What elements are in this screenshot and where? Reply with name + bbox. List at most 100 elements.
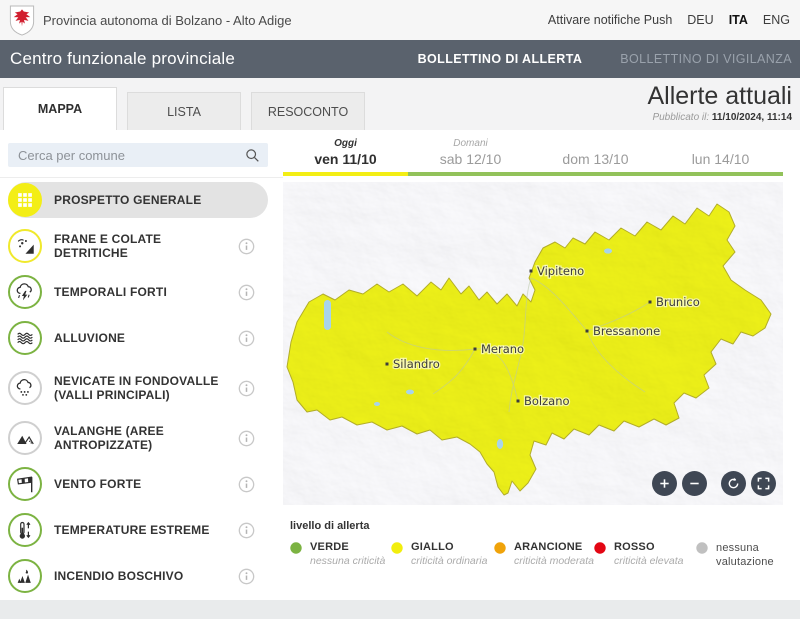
legend-label: GIALLO (411, 541, 487, 553)
sidebar-item-temperature[interactable]: TEMPERATURE ESTREME (8, 512, 268, 548)
page-title: Allerte attuali (647, 83, 792, 110)
tab-mappa[interactable]: MAPPA (3, 87, 117, 130)
date-tab-date: dom 13/10 (533, 151, 658, 167)
app-navbar: Centro funzionale provinciale BOLLETTINO… (0, 40, 800, 78)
hazard-sidebar: PROSPETTO GENERALE FRANE E COLATE DETRIT… (0, 130, 283, 600)
legend-item-giallo: GIALLO criticità ordinaria (391, 541, 494, 569)
info-icon[interactable] (238, 380, 255, 397)
language-ita[interactable]: ITA (729, 13, 748, 27)
nav-bollettino-allerta[interactable]: BOLLETTINO DI ALLERTA (418, 52, 583, 66)
search-icon[interactable] (245, 148, 260, 163)
city-vipiteno: Vipiteno (530, 264, 585, 278)
published-value: 11/10/2024, 11:14 (712, 112, 792, 123)
legend-label: nessuna valutazione (716, 541, 778, 569)
info-icon[interactable] (238, 330, 255, 347)
hazard-menu: PROSPETTO GENERALE FRANE E COLATE DETRIT… (8, 182, 268, 604)
city-label: Brunico (656, 295, 700, 309)
rosso-dot-icon (594, 542, 606, 554)
sidebar-item-temporali[interactable]: TEMPORALI FORTI (8, 274, 268, 310)
page: Provincia autonoma di Bolzano - Alto Adi… (0, 0, 800, 619)
title-block: Allerte attuali Pubblicato il: 11/10/202… (647, 83, 792, 123)
sidebar-item-incendio[interactable]: INCENDIO BOSCHIVO (8, 558, 268, 594)
city-dot (474, 348, 477, 351)
avalanche-icon (8, 421, 42, 455)
city-bolzano: Bolzano (517, 394, 570, 408)
date-tab-date: ven 11/10 (283, 151, 408, 167)
date-tab-day (533, 138, 658, 151)
sidebar-item-alluvione[interactable]: ALLUVIONE (8, 320, 268, 356)
sidebar-item-valanghe[interactable]: VALANGHE (AREE ANTROPIZZATE) (8, 420, 268, 456)
info-icon[interactable] (238, 430, 255, 447)
legend-title: livello di allerta (290, 520, 795, 532)
forest-fire-icon (8, 559, 42, 593)
meta-actions: Attivare notifiche Push DEU ITA ENG (548, 13, 800, 27)
alert-map[interactable]: Vipiteno Brunico Bressanone Merano (283, 182, 783, 505)
city-dot (517, 400, 520, 403)
info-icon[interactable] (238, 238, 255, 255)
search-input[interactable] (8, 148, 245, 163)
tab-resoconto[interactable]: RESOCONTO (251, 92, 365, 130)
nav-bollettino-vigilanza[interactable]: BOLLETTINO DI VIGILANZA (620, 52, 792, 66)
sidebar-item-frane[interactable]: FRANE E COLATE DETRITICHE (8, 228, 268, 264)
published-line: Pubblicato il: 11/10/2024, 11:14 (647, 112, 792, 123)
tab-lista[interactable]: LISTA (127, 92, 241, 130)
date-tab-ven[interactable]: Oggi ven 11/10 (283, 138, 408, 176)
sidebar-item-label: INCENDIO BOSCHIVO (54, 569, 183, 583)
view-tabs: MAPPA LISTA RESOCONTO (3, 87, 365, 130)
fullscreen-button[interactable] (751, 471, 776, 496)
zoom-in-button[interactable] (652, 471, 677, 496)
published-label: Pubblicato il: (652, 112, 709, 123)
giallo-dot-icon (391, 542, 403, 554)
sidebar-item-label: ALLUVIONE (54, 331, 125, 345)
info-icon[interactable] (238, 476, 255, 493)
province-crest-icon (9, 5, 35, 36)
legend-items: VERDE nessuna criticità GIALLO criticità… (290, 541, 795, 569)
legend-item-rosso: ROSSO criticità elevata (594, 541, 696, 569)
info-icon[interactable] (238, 522, 255, 539)
city-dot (586, 330, 589, 333)
date-tab-dom[interactable]: dom 13/10 (533, 138, 658, 176)
language-deu[interactable]: DEU (687, 13, 713, 27)
flood-icon (8, 321, 42, 355)
sidebar-item-label: FRANE E COLATE DETRITICHE (54, 232, 226, 260)
divider (0, 177, 283, 178)
sidebar-item-vento[interactable]: VENTO FORTE (8, 466, 268, 502)
verde-dot-icon (290, 542, 302, 554)
push-notifications-link[interactable]: Attivare notifiche Push (548, 13, 672, 27)
legend-item-arancione: ARANCIONE criticità moderata (494, 541, 594, 569)
legend-sub: criticità moderata (514, 555, 594, 567)
city-merano: Merano (474, 342, 525, 356)
city-label: Silandro (393, 357, 440, 371)
snowfall-icon (8, 371, 42, 405)
content: PROSPETTO GENERALE FRANE E COLATE DETRIT… (0, 130, 800, 600)
legend-label: VERDE (310, 541, 385, 553)
info-icon[interactable] (238, 568, 255, 585)
windsock-icon (8, 467, 42, 501)
legend-label: ARANCIONE (514, 541, 594, 553)
sidebar-item-label: NEVICATE IN FONDOVALLE (VALLI PRINCIPALI… (54, 374, 226, 402)
sidebar-item-label: VENTO FORTE (54, 477, 141, 491)
city-brunico: Brunico (649, 295, 700, 309)
grid-icon (8, 183, 42, 217)
alert-legend: livello di allerta VERDE nessuna critici… (290, 520, 795, 569)
language-eng[interactable]: ENG (763, 13, 790, 27)
info-icon[interactable] (238, 284, 255, 301)
date-tab-sab[interactable]: Domani sab 12/10 (408, 138, 533, 176)
sidebar-item-label: TEMPORALI FORTI (54, 285, 167, 299)
sidebar-item-label: VALANGHE (AREE ANTROPIZZATE) (54, 424, 226, 452)
sidebar-item-nevicate[interactable]: NEVICATE IN FONDOVALLE (VALLI PRINCIPALI… (8, 366, 268, 410)
meta-header: Provincia autonoma di Bolzano - Alto Adi… (0, 0, 800, 40)
reset-view-button[interactable] (721, 471, 746, 496)
zoom-out-button[interactable] (682, 471, 707, 496)
storm-icon (8, 275, 42, 309)
legend-item-verde: VERDE nessuna criticità (290, 541, 391, 569)
date-tab-lun[interactable]: lun 14/10 (658, 138, 783, 176)
sidebar-item-label: TEMPERATURE ESTREME (54, 523, 210, 537)
sidebar-item-label: PROSPETTO GENERALE (54, 193, 201, 207)
legend-sub: nessuna criticità (310, 555, 385, 567)
legend-sub: criticità elevata (614, 555, 683, 567)
grey-dot-icon (696, 542, 708, 554)
sidebar-item-prospetto-generale[interactable]: PROSPETTO GENERALE (8, 182, 268, 218)
arancione-dot-icon (494, 542, 506, 554)
legend-item-nessuna-valutazione: nessuna valutazione (696, 541, 778, 569)
